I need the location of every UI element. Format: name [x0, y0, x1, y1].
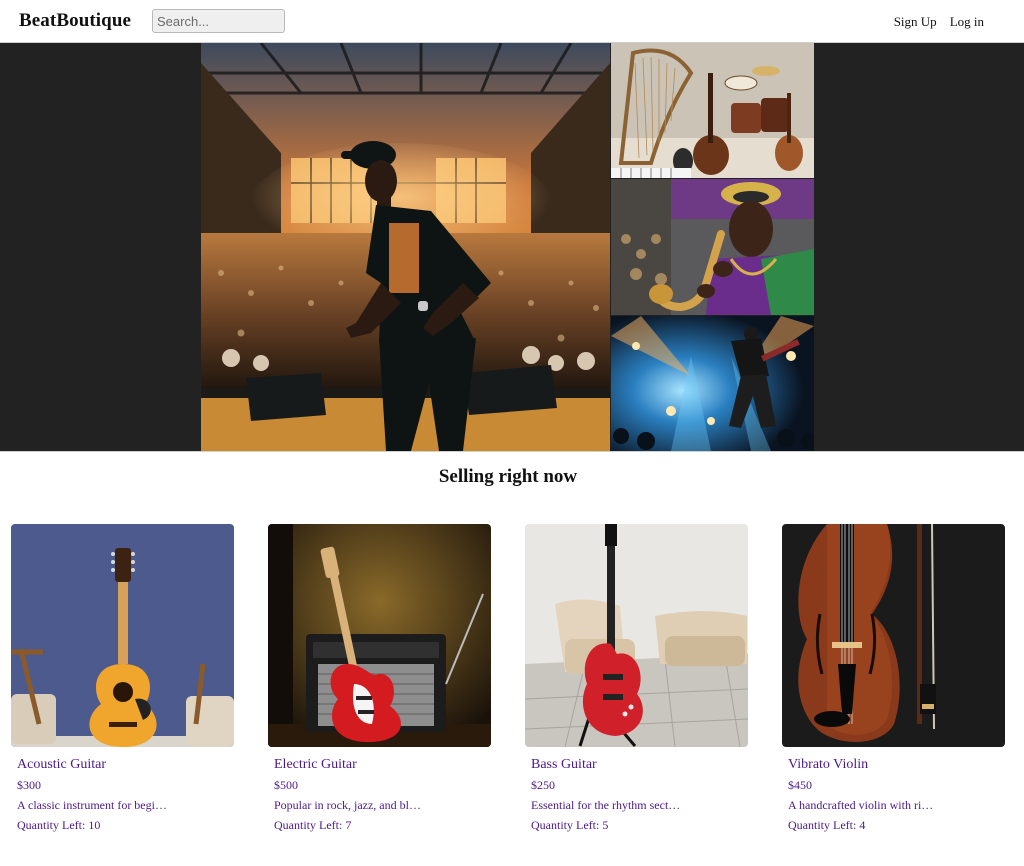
- product-price: $450: [788, 778, 812, 792]
- acoustic-guitar-illustration: [11, 524, 234, 747]
- product-info: Vibrato Violin $450 A handcrafted violin…: [782, 757, 1005, 833]
- electric-guitar-illustration: [268, 524, 491, 747]
- bass-guitar-illustration: [525, 524, 748, 747]
- product-name[interactable]: Bass Guitar: [531, 757, 748, 773]
- product-quantity: Quantity Left: 4: [788, 818, 866, 832]
- product-card-bass-guitar[interactable]: Bass Guitar $250 Essential for the rhyth…: [525, 524, 748, 833]
- product-card-electric-guitar[interactable]: Electric Guitar $500 Popular in rock, ja…: [268, 524, 491, 833]
- saxophone-player-image: [611, 179, 814, 315]
- brand-logo[interactable]: BeatBoutique: [19, 10, 131, 32]
- product-description: Essential for the rhythm sect…: [531, 798, 681, 812]
- product-image-vibrato-violin[interactable]: [782, 524, 1005, 747]
- product-description: Popular in rock, jazz, and bl…: [274, 798, 421, 812]
- product-quantity: Quantity Left: 7: [274, 818, 352, 832]
- section-title: Selling right now: [438, 466, 578, 487]
- product-price: $300: [17, 778, 41, 792]
- product-name[interactable]: Electric Guitar: [274, 757, 491, 773]
- product-quantity: Quantity Left: 5: [531, 818, 609, 832]
- login-link[interactable]: Log in: [950, 14, 984, 30]
- top-navbar: BeatBoutique Sign Up Log in: [0, 0, 1024, 43]
- violin-illustration: [782, 524, 1005, 747]
- product-info: Acoustic Guitar $300 A classic instrumen…: [11, 757, 234, 833]
- search-input[interactable]: [152, 9, 285, 33]
- instruments-collection-image: [611, 43, 814, 178]
- product-card-acoustic-guitar[interactable]: Acoustic Guitar $300 A classic instrumen…: [11, 524, 234, 833]
- product-info: Bass Guitar $250 Essential for the rhyth…: [525, 757, 748, 833]
- product-card-vibrato-violin[interactable]: Vibrato Violin $450 A handcrafted violin…: [782, 524, 1005, 833]
- product-image-bass-guitar[interactable]: [525, 524, 748, 747]
- product-name[interactable]: Vibrato Violin: [788, 757, 1005, 773]
- product-info: Electric Guitar $500 Popular in rock, ja…: [268, 757, 491, 833]
- product-quantity: Quantity Left: 10: [17, 818, 101, 832]
- product-price: $250: [531, 778, 555, 792]
- product-price: $500: [274, 778, 298, 792]
- product-name[interactable]: Acoustic Guitar: [17, 757, 234, 773]
- product-description: A classic instrument for begi…: [17, 798, 167, 812]
- concert-performer-image: [201, 43, 610, 451]
- rock-concert-image: [611, 316, 814, 451]
- auth-nav: Sign Up Log in: [894, 14, 984, 30]
- saxophone-illustration: [611, 179, 814, 315]
- hero-banner: [0, 43, 1024, 452]
- product-image-acoustic-guitar[interactable]: [11, 524, 234, 747]
- concert-performer-illustration: [201, 43, 610, 451]
- signup-link[interactable]: Sign Up: [894, 14, 937, 30]
- product-description: A handcrafted violin with ri…: [788, 798, 934, 812]
- instruments-illustration: [611, 43, 814, 178]
- rock-concert-illustration: [611, 316, 814, 451]
- product-image-electric-guitar[interactable]: [268, 524, 491, 747]
